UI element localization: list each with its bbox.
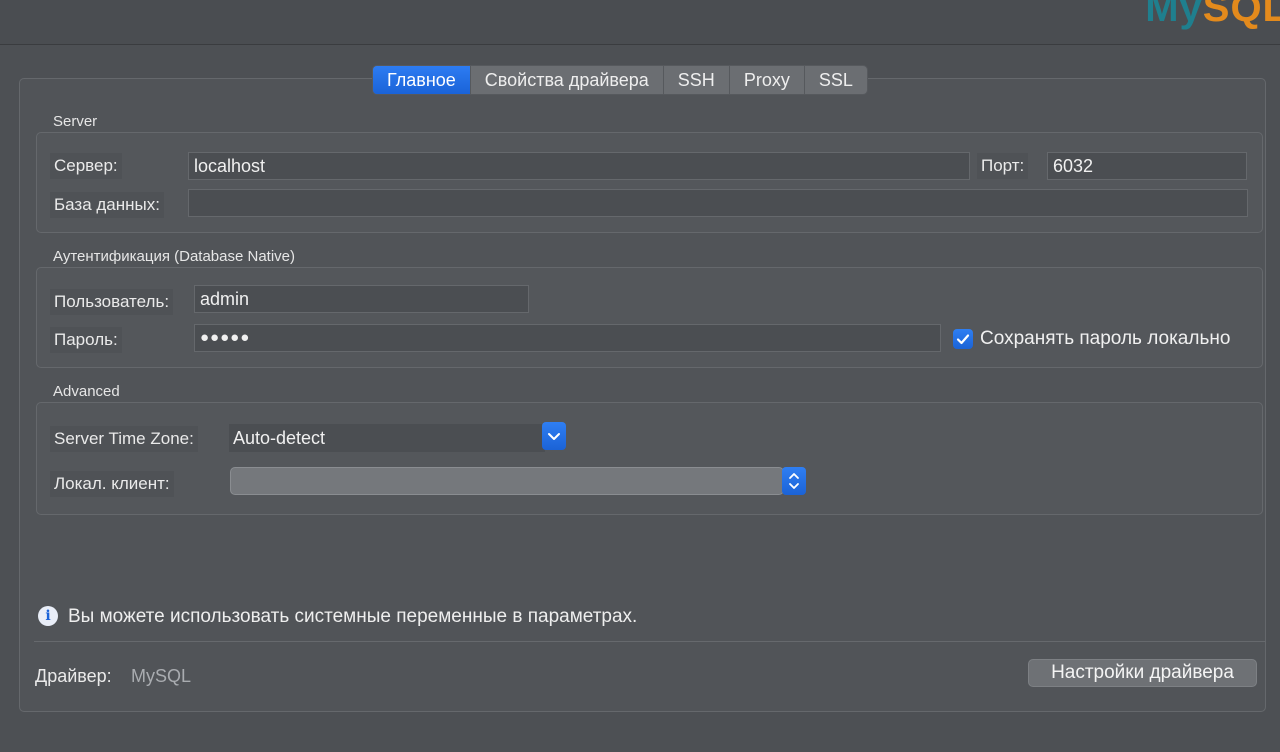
mysql-logo: MySQL [1145, 0, 1280, 31]
auth-section-title: Аутентификация (Database Native) [53, 248, 296, 265]
logo-my-text: My [1145, 0, 1203, 30]
driver-label: Драйвер: [35, 666, 112, 686]
driver-name: MySQL [131, 666, 192, 686]
top-bar: MySQL [0, 0, 1280, 45]
server-section-title: Server [53, 113, 98, 130]
driver-settings-button[interactable]: Настройки драйвера [1028, 659, 1257, 687]
user-input[interactable]: admin [194, 285, 529, 313]
advanced-section-title: Advanced [53, 383, 120, 400]
timezone-label: Server Time Zone: [50, 426, 198, 452]
timezone-dropdown-button[interactable] [542, 422, 566, 450]
database-label: База данных: [50, 192, 164, 218]
save-password-checkbox[interactable] [953, 329, 973, 349]
host-input[interactable]: localhost [188, 152, 970, 180]
tab-ssl[interactable]: SSL [805, 66, 867, 94]
server-group [36, 132, 1263, 233]
info-message: Вы можете использовать системные перемен… [68, 606, 638, 627]
save-password-label: Сохранять пароль локально [980, 328, 1231, 349]
logo-sql-text: SQL [1202, 0, 1280, 30]
info-icon: i [38, 606, 58, 626]
database-input[interactable] [188, 189, 1248, 217]
chevron-down-icon [548, 433, 560, 440]
tab-driver-properties[interactable]: Свойства драйвера [471, 66, 664, 94]
tab-bar: Главное Свойства драйвера SSH Proxy SSL [372, 65, 868, 95]
host-label: Сервер: [50, 153, 122, 179]
checkmark-icon [956, 334, 970, 345]
password-label: Пароль: [50, 327, 122, 353]
footer-divider [34, 641, 1266, 642]
up-down-chevron-icon [789, 473, 799, 489]
local-client-stepper-button[interactable] [782, 467, 806, 495]
tab-ssh[interactable]: SSH [664, 66, 730, 94]
port-input[interactable]: 6032 [1047, 152, 1247, 180]
local-client-select[interactable] [230, 467, 784, 495]
port-label: Порт: [977, 153, 1029, 179]
local-client-label: Локал. клиент: [50, 471, 174, 497]
advanced-group [36, 402, 1263, 515]
password-input[interactable]: ●●●●● [194, 324, 941, 352]
timezone-select[interactable]: Auto-detect [229, 424, 545, 452]
tab-main[interactable]: Главное [373, 66, 471, 94]
tab-proxy[interactable]: Proxy [730, 66, 805, 94]
user-label: Пользователь: [50, 289, 174, 315]
auth-group [36, 267, 1263, 368]
